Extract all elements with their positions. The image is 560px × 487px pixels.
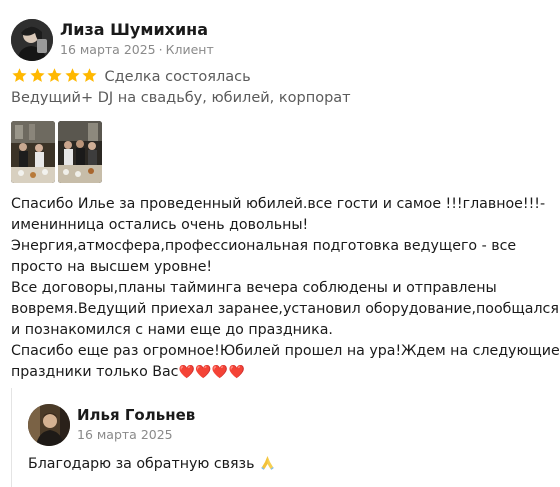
star-icon <box>64 67 80 82</box>
review-text-line: и познакомился с нами еще до праздника. <box>11 322 333 338</box>
heart-emojis: ❤️❤️❤️❤️ <box>178 365 246 380</box>
rating-row: Сделка состоялась <box>11 67 251 87</box>
deal-status: Сделка состоялась <box>104 69 251 85</box>
avatar[interactable] <box>11 19 53 61</box>
review-text-line: праздники только Вас <box>11 364 179 380</box>
star-icon <box>12 67 27 82</box>
reply-text-row: Благодарю за обратную связь <box>28 455 275 472</box>
reply-avatar[interactable] <box>28 404 70 446</box>
reply-divider <box>11 388 12 487</box>
reply-author-name[interactable]: Илья Гольнев <box>77 406 195 424</box>
review-photo[interactable] <box>58 121 102 183</box>
review-text-line: Все договоры,планы тайминга вечера соблю… <box>11 280 497 296</box>
review-date: 16 марта 2025 <box>60 42 156 57</box>
review-text-line-last: праздники только Вас❤️❤️❤️❤️ <box>11 362 553 383</box>
star-icon <box>82 67 97 82</box>
review-meta: 16 марта 2025 · Клиент <box>60 42 214 57</box>
service-name: Ведущий+ DJ на свадьбу, юбилей, корпорат <box>11 90 351 106</box>
star-icon <box>29 67 45 82</box>
reply-date: 16 марта 2025 <box>77 427 173 442</box>
pray-icon <box>260 455 275 470</box>
star-icon <box>47 67 62 82</box>
author-name[interactable]: Лиза Шумихина <box>60 20 208 39</box>
review-text-line: вовремя.Ведущий приехал заранее,установи… <box>11 301 559 317</box>
review-card: Лиза Шумихина 16 марта 2025 · Клиент Сделк… <box>0 0 560 487</box>
review-text-line: именинница остались очень довольны! <box>11 217 309 233</box>
star-rating <box>11 67 99 88</box>
review-photos <box>11 121 102 183</box>
review-text-line: Спасибо Илье за проведенный юбилей.все г… <box>11 196 546 212</box>
review-text-line: Спасибо еще раз огромное!Юбилей прошел н… <box>11 343 560 359</box>
review-text-line: просто на высшем уровне! <box>11 259 213 275</box>
reply-text: Благодарю за обратную связь <box>28 456 255 472</box>
meta-separator: · <box>158 42 163 57</box>
review-text: Спасибо Илье за проведенный юбилей.все г… <box>11 194 560 383</box>
author-role: Клиент <box>165 42 214 57</box>
review-text-line: Энергия,атмосфера,профессиональная подго… <box>11 238 517 254</box>
owner-reply: Илья Гольнев 16 марта 2025 Благодарю за … <box>11 388 551 487</box>
review-photo[interactable] <box>11 121 55 183</box>
